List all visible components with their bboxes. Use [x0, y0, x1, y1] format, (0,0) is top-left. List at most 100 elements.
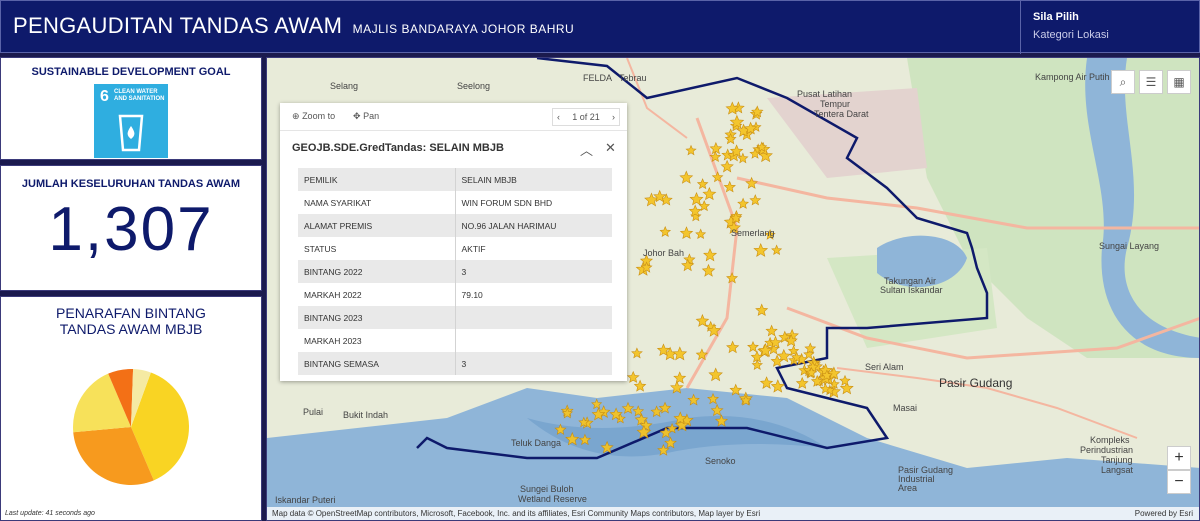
total-toilets-value: 1,307: [48, 195, 214, 264]
pan-button[interactable]: ✥ Pan: [353, 111, 379, 122]
attribute-value: WIN FORUM SDN BHD: [461, 197, 553, 208]
attribute-key: BINTANG 2023: [298, 306, 456, 329]
powered-by-text[interactable]: Powered by Esri: [1135, 509, 1193, 518]
attribution-text: Map data © OpenStreetMap contributors, M…: [272, 509, 761, 518]
attribute-row: PEMILIK SELAIN MBJB: [298, 168, 612, 191]
total-toilets-panel: JUMLAH KESELURUHAN TANDAS AWAM 1,307: [0, 165, 262, 291]
map-place-label: Sungei Buloh: [520, 484, 574, 494]
map-place-label: Teluk Danga: [511, 438, 562, 448]
attribute-value: NO.96 JALAN HARIMAU: [455, 214, 612, 237]
map-place-label: Masai: [893, 403, 918, 413]
map-place-label: FELDA: [583, 73, 613, 83]
map-place-label: Pusat Latihan: [797, 89, 853, 99]
dashboard-title: PENGAUDITAN TANDAS AWAM MAJLIS BANDARAYA…: [13, 13, 574, 39]
attribute-row: MARKAH 2023: [298, 329, 612, 352]
prev-feature-button[interactable]: ‹: [557, 112, 560, 122]
map-place-label: Tanjung: [1101, 455, 1133, 465]
last-update-text: Last update: 41 seconds ago: [5, 510, 95, 517]
zoom-out-button[interactable]: −: [1167, 470, 1191, 494]
attribute-row: STATUS AKTIF: [298, 237, 612, 260]
map-place-label: Iskandar Puteri: [275, 495, 336, 505]
sdg-6-badge: 6 CLEAN WATER AND SANITATION: [94, 84, 168, 158]
map-place-label: Selang: [330, 81, 359, 91]
search-button[interactable]: ⌕: [1111, 70, 1135, 94]
map-place-label: Sungai Layang: [1099, 241, 1160, 251]
map-place-label: Seelong: [457, 81, 491, 91]
attribute-key: MARKAH 2023: [298, 329, 456, 352]
map-place-label: Area: [898, 483, 918, 493]
close-icon[interactable]: ✕: [605, 140, 616, 156]
rating-pie-chart: [71, 367, 191, 492]
attribute-key: PEMILIK: [298, 168, 456, 191]
attribute-value: [455, 306, 612, 329]
popup-title: GEOJB.SDE.GredTandas: SELAIN MBJB: [292, 142, 504, 154]
sdg-number: 6: [100, 88, 109, 105]
subtitle-text: MAJLIS BANDARAYA JOHOR BAHRU: [352, 22, 575, 36]
magnifier-icon: ⊕: [292, 111, 300, 121]
total-title: JUMLAH KESELURUHAN TANDAS AWAM: [21, 178, 241, 190]
rating-title: PENARAFAN BINTANG TANDAS AWAM MBJB: [56, 305, 206, 337]
zoom-in-button[interactable]: +: [1167, 446, 1191, 470]
popup-header: GEOJB.SDE.GredTandas: SELAIN MBJB ︿ ✕: [280, 131, 627, 165]
sdg-panel: SUSTAINABLE DEVELOPMENT GOAL 6 CLEAN WAT…: [0, 57, 262, 160]
feature-pager: ‹ 1 of 21 ›: [552, 108, 620, 126]
pan-icon: ✥: [353, 111, 361, 121]
zoom-to-label: Zoom to: [302, 111, 336, 121]
attribute-table: PEMILIK SELAIN MBJB NAMA SYARIKAT WIN FORUM…: [298, 168, 612, 375]
map-place-label: Senoko: [705, 456, 736, 466]
attribute-key: MARKAH 2022: [298, 283, 456, 306]
legend-button[interactable]: ☰: [1139, 70, 1163, 94]
attribute-key: ALAMAT PREMIS: [298, 214, 456, 237]
attribute-value: [455, 329, 612, 352]
title-text: PENGAUDITAN TANDAS AWAM: [13, 13, 343, 38]
attribute-value: 3: [455, 352, 612, 375]
attribute-row: MARKAH 2022 79.10: [298, 283, 612, 306]
attribute-row: BINTANG 2022 3: [298, 260, 612, 283]
map-place-label: Tebrau: [619, 73, 647, 83]
search-icon: ⌕: [1119, 74, 1127, 89]
star-rating-panel: PENARAFAN BINTANG TANDAS AWAM MBJB Last u…: [0, 296, 262, 521]
collapse-icon[interactable]: ︿: [580, 140, 593, 159]
selector-label: Sila Pilih: [1033, 11, 1079, 23]
attribute-row: BINTANG SEMASA 3: [298, 352, 612, 375]
map-place-label: Pasir Gudang: [939, 376, 1013, 390]
map-place-label: Semerlang: [731, 228, 775, 238]
attribute-value: 3: [455, 260, 612, 283]
map-place-label: Tempur: [820, 99, 851, 109]
selector-value[interactable]: Kategori Lokasi: [1033, 29, 1189, 41]
attribute-key: STATUS: [298, 237, 456, 260]
attribute-key: BINTANG SEMASA: [298, 352, 456, 375]
popup-toolbar: ⊕ Zoom to ✥ Pan ‹ 1 of 21 ›: [280, 103, 627, 131]
feature-popup: ⊕ Zoom to ✥ Pan ‹ 1 of 21 › GEOJB.SDE.Gr…: [280, 103, 627, 381]
next-feature-button[interactable]: ›: [612, 112, 615, 122]
map-place-label: Kampong Air Putih: [1035, 72, 1110, 82]
zoom-to-button[interactable]: ⊕ Zoom to: [292, 111, 335, 122]
map-place-label: Wetland Reserve: [518, 494, 587, 504]
basemap-button[interactable]: ▦: [1167, 70, 1191, 94]
zoom-controls: + −: [1167, 446, 1191, 494]
sdg-title: SUSTAINABLE DEVELOPMENT GOAL: [31, 66, 231, 78]
map-place-label: Pulai: [303, 407, 324, 417]
map-toolbar: ⌕ ☰ ▦: [1111, 70, 1191, 94]
pan-label: Pan: [363, 111, 380, 121]
attribute-row: ALAMAT PREMIS NO.96 JALAN HARIMAU: [298, 214, 612, 237]
map-place-label: Seri Alam: [865, 362, 904, 372]
grid-icon: ▦: [1173, 75, 1185, 89]
map-place-label: Kompleks: [1090, 435, 1130, 445]
map-place-label: Langsat: [1101, 465, 1134, 475]
attribute-value: 79.10: [461, 289, 483, 300]
map-place-label: Bukit Indah: [343, 410, 389, 420]
attribute-value: AKTIF: [461, 243, 486, 254]
attribute-row: BINTANG 2023: [298, 306, 612, 329]
dashboard-header: PENGAUDITAN TANDAS AWAM MAJLIS BANDARAYA…: [0, 0, 1200, 54]
sdg-goal-text: CLEAN WATER AND SANITATION: [114, 89, 165, 102]
map-place-label: Sultan Iskandar: [880, 285, 943, 295]
attribute-key: NAMA SYARIKAT: [298, 191, 456, 214]
map-view[interactable]: Kampong Air Putih Pusat Latihan Tempur Tent…: [266, 57, 1200, 521]
map-attribution: Map data © OpenStreetMap contributors, M…: [267, 507, 1199, 520]
map-place-label: Johor Bah: [643, 248, 685, 258]
list-icon: ☰: [1145, 75, 1157, 89]
water-glass-icon: [118, 114, 144, 152]
category-selector[interactable]: Sila Pilih Kategori Lokasi: [1020, 1, 1200, 54]
attribute-key: BINTANG 2022: [298, 260, 456, 283]
